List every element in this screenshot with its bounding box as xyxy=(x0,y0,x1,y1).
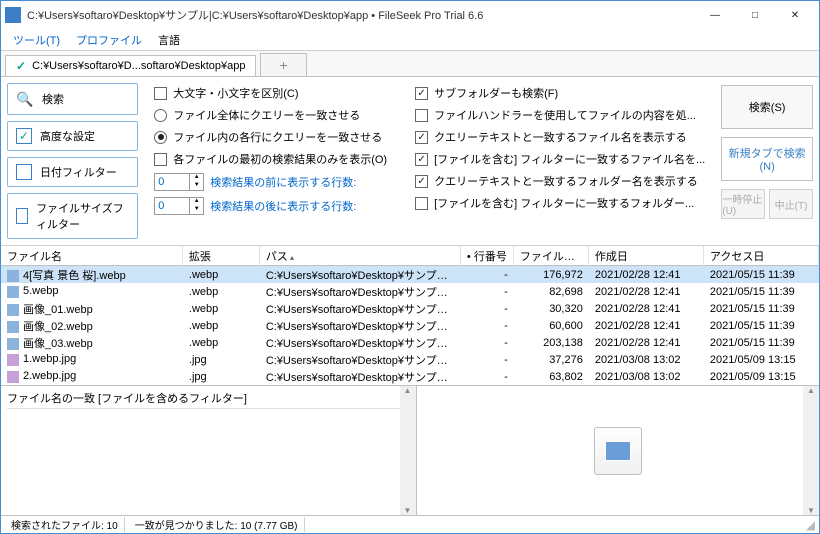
search-button[interactable]: 検索(S) xyxy=(721,85,813,129)
maximize-button[interactable]: □ xyxy=(735,2,775,28)
options-panel: 大文字・小文字を区別(C) ファイル全体にクエリーを一致させる ファイル内の各行… xyxy=(144,77,715,245)
sidebar-item-datefilter[interactable]: ✓ 日付フィルター xyxy=(7,157,138,187)
image-preview-icon xyxy=(594,427,642,475)
table-row[interactable]: 1.webp.jpg.jpgC:¥Users¥softaro¥Desktop¥サ… xyxy=(1,351,819,368)
opt-inclfile[interactable]: [ファイルを含む] フィルターに一致するファイル名を... xyxy=(415,151,705,167)
file-icon xyxy=(7,338,19,350)
table-row[interactable]: 画像_03.webp.webpC:¥Users¥softaro¥Desktop¥… xyxy=(1,334,819,351)
col-access[interactable]: アクセス日 xyxy=(704,246,819,266)
results-table: ファイル名 拡張 パス • 行番号 ファイルサイズ 作成日 アクセス日 4[写真… xyxy=(1,246,819,515)
opt-matcheach[interactable]: ファイル内の各行にクエリーを一致させる xyxy=(154,129,387,145)
col-size[interactable]: ファイルサイズ xyxy=(514,246,589,266)
sidebar-item-sizefilter[interactable]: ✓ ファイルサイズフィルター xyxy=(7,193,138,239)
table-row[interactable]: 4[写真 景色 桜].webp.webpC:¥Users¥softaro¥Des… xyxy=(1,266,819,283)
menu-tool[interactable]: ツール(T) xyxy=(7,30,66,50)
pause-button[interactable]: 一時停止(U) xyxy=(721,189,765,219)
titlebar: C:¥Users¥softaro¥Desktop¥サンプル|C:¥Users¥s… xyxy=(1,1,819,29)
col-name[interactable]: ファイル名 xyxy=(1,246,183,266)
statusbar: 検索されたファイル: 10 一致が見つかりました: 10 (7.77 GB) ◢ xyxy=(1,515,819,533)
opt-handler[interactable]: ファイルハンドラーを使用してファイルの内容を処... xyxy=(415,107,705,123)
checkbox-icon: ✓ xyxy=(16,208,28,224)
before-lines-input[interactable]: 0▲▼ xyxy=(154,173,204,191)
after-lines-input[interactable]: 0▲▼ xyxy=(154,197,204,215)
check-icon: ✓ xyxy=(16,59,26,73)
scrollbar[interactable]: ▲▼ xyxy=(803,386,819,515)
table-row[interactable]: 5.webp.webpC:¥Users¥softaro¥Desktop¥サンプル… xyxy=(1,283,819,300)
stop-button[interactable]: 中止(T) xyxy=(769,189,813,219)
sidebar-item-advanced[interactable]: ✓ 高度な設定 xyxy=(7,121,138,151)
file-icon xyxy=(7,286,19,298)
col-path[interactable]: パス xyxy=(260,246,461,266)
tabbar: ✓ C:¥Users¥softaro¥D...softaro¥Desktop¥a… xyxy=(1,51,819,77)
col-ext[interactable]: 拡張 xyxy=(183,246,260,266)
opt-matchall[interactable]: ファイル全体にクエリーを一致させる xyxy=(154,107,387,123)
col-line[interactable]: • 行番号 xyxy=(461,246,514,266)
status-match: 一致が見つかりました: 10 (7.77 GB) xyxy=(129,517,305,532)
close-button[interactable]: ✕ xyxy=(775,2,815,28)
file-icon xyxy=(7,321,19,333)
opt-firstonly[interactable]: 各ファイルの最初の検索結果のみを表示(O) xyxy=(154,151,387,167)
checkbox-icon: ✓ xyxy=(16,164,32,180)
minimize-button[interactable]: ― xyxy=(695,2,735,28)
window-title: C:¥Users¥softaro¥Desktop¥サンプル|C:¥Users¥s… xyxy=(27,7,695,23)
col-created[interactable]: 作成日 xyxy=(589,246,704,266)
search-tab[interactable]: ✓ C:¥Users¥softaro¥D...softaro¥Desktop¥a… xyxy=(5,55,256,76)
checkbox-icon: ✓ xyxy=(16,128,32,144)
table-row[interactable]: 画像_02.webp.webpC:¥Users¥softaro¥Desktop¥… xyxy=(1,317,819,334)
sidebar: 🔍 検索 ✓ 高度な設定 ✓ 日付フィルター ✓ ファイルサイズフィルター xyxy=(1,77,144,245)
file-icon xyxy=(7,371,19,383)
file-icon xyxy=(7,304,19,316)
before-lines-label[interactable]: 検索結果の前に表示する行数: xyxy=(210,174,356,190)
match-header: ファイル名の一致 [ファイルを含めるフィルター] xyxy=(7,388,410,409)
menu-profile[interactable]: プロファイル xyxy=(70,30,148,50)
table-row[interactable]: 2.webp.jpg.jpgC:¥Users¥softaro¥Desktop¥サ… xyxy=(1,368,819,385)
sidebar-item-search[interactable]: 🔍 検索 xyxy=(7,83,138,115)
scrollbar[interactable]: ▲▼ xyxy=(400,386,416,515)
status-found: 検索されたファイル: 10 xyxy=(5,517,125,532)
opt-inclfolder[interactable]: [ファイルを含む] フィルターに一致するフォルダー... xyxy=(415,195,705,211)
file-icon xyxy=(7,270,19,282)
opt-showfile[interactable]: クエリーテキストと一致するファイル名を表示する xyxy=(415,129,705,145)
newtab-search-button[interactable]: 新規タブで検索(N) xyxy=(721,137,813,181)
search-icon: 🔍 xyxy=(16,90,34,108)
menubar: ツール(T) プロファイル 言語 xyxy=(1,29,819,51)
add-tab-button[interactable]: + xyxy=(260,53,306,76)
file-icon xyxy=(7,354,19,366)
opt-showfolder[interactable]: クエリーテキストと一致するフォルダー名を表示する xyxy=(415,173,705,189)
opt-case[interactable]: 大文字・小文字を区別(C) xyxy=(154,85,387,101)
match-panel: ファイル名の一致 [ファイルを含めるフィルター] ▲▼ xyxy=(1,386,417,515)
app-icon xyxy=(5,7,21,23)
opt-subfolder[interactable]: サブフォルダーも検索(F) xyxy=(415,85,705,101)
menu-language[interactable]: 言語 xyxy=(152,30,186,50)
tab-label: C:¥Users¥softaro¥D...softaro¥Desktop¥app xyxy=(32,60,245,72)
after-lines-label[interactable]: 検索結果の後に表示する行数: xyxy=(210,198,356,214)
resize-grip[interactable]: ◢ xyxy=(806,518,815,532)
preview-panel: ▲▼ xyxy=(417,386,820,515)
table-row[interactable]: 画像_01.webp.webpC:¥Users¥softaro¥Desktop¥… xyxy=(1,300,819,317)
